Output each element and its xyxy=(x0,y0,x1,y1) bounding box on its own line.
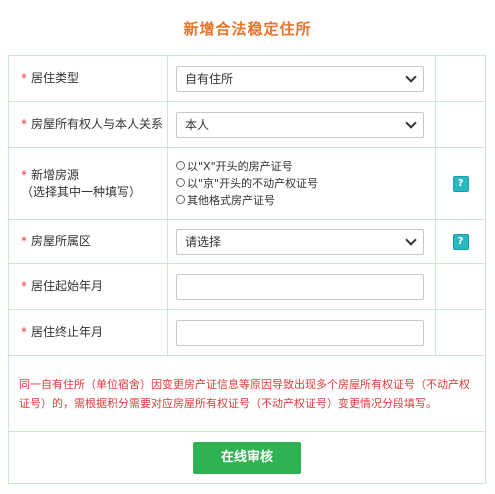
empty-cell xyxy=(435,263,486,310)
house-source-label: 新增房源 xyxy=(31,167,80,182)
option-other-certificate[interactable]: 其他格式房产证号 xyxy=(176,192,435,209)
page-title: 新增合法稳定住所 xyxy=(183,20,312,38)
residence-type-value: 自有住所 xyxy=(185,71,234,86)
form-container: 新增合法稳定住所 * 居住类型 自有住所 * 房屋所有权人与本人关系 本人 * … xyxy=(0,0,495,494)
owner-relation-label: 房屋所有权人与本人关系 xyxy=(31,117,164,131)
residence-type-label-cell: * 居住类型 xyxy=(8,55,168,102)
required-mark: * xyxy=(21,234,27,248)
row-submit: 在线审核 xyxy=(8,431,486,484)
house-source-cell: 以"X"开头的房产证号 以"京"开头的不动产权证号 其他格式房产证号 xyxy=(167,147,436,220)
row-district: * 房屋所属区 请选择 ? xyxy=(8,219,486,264)
residence-form: * 居住类型 自有住所 * 房屋所有权人与本人关系 本人 * 新增房源 （选择其… xyxy=(8,55,486,484)
owner-relation-cell: 本人 xyxy=(167,101,436,148)
option-x-certificate[interactable]: 以"X"开头的房产证号 xyxy=(176,158,435,175)
option-jing-certificate[interactable]: 以"京"开头的不动产权证号 xyxy=(176,175,435,192)
house-source-hint: （选择其中一种填写） xyxy=(21,184,142,199)
house-source-options: 以"X"开头的房产证号 以"京"开头的不动产权证号 其他格式房产证号 xyxy=(168,158,435,209)
empty-cell xyxy=(435,55,486,102)
district-select[interactable]: 请选择 xyxy=(176,228,424,255)
end-date-label-cell: * 居住终止年月 xyxy=(8,309,168,356)
district-value: 请选择 xyxy=(185,234,222,249)
house-source-label-cell: * 新增房源 （选择其中一种填写） xyxy=(8,147,168,220)
radio-icon[interactable] xyxy=(176,178,185,187)
residence-type-label: 居住类型 xyxy=(31,71,80,85)
district-cell: 请选择 xyxy=(167,219,436,264)
end-date-cell xyxy=(167,309,436,356)
owner-relation-select[interactable]: 本人 xyxy=(176,111,424,138)
notice-text: 同一自有住所（单位宿舍）因变更房产证信息等原因导致出现多个房屋所有权证号（不动产… xyxy=(8,355,486,432)
owner-relation-value: 本人 xyxy=(185,117,210,132)
row-notice: 同一自有住所（单位宿舍）因变更房产证信息等原因导致出现多个房屋所有权证号（不动产… xyxy=(8,355,486,432)
end-date-input[interactable] xyxy=(176,319,424,346)
owner-relation-label-cell: * 房屋所有权人与本人关系 xyxy=(8,101,168,148)
house-source-help-cell: ? xyxy=(435,147,486,220)
option-label: 以"京"开头的不动产权证号 xyxy=(187,177,319,190)
district-help-cell: ? xyxy=(435,219,486,264)
end-date-label: 居住终止年月 xyxy=(31,325,104,339)
chevron-down-icon xyxy=(405,233,417,246)
chevron-down-icon xyxy=(405,116,417,129)
option-label: 以"X"开头的房产证号 xyxy=(187,160,293,173)
required-mark: * xyxy=(21,117,27,131)
district-label-cell: * 房屋所属区 xyxy=(8,219,168,264)
option-label: 其他格式房产证号 xyxy=(187,194,275,207)
start-date-label: 居住起始年月 xyxy=(31,279,104,293)
help-icon[interactable]: ? xyxy=(452,175,469,192)
residence-type-cell: 自有住所 xyxy=(167,55,436,102)
start-date-input[interactable] xyxy=(176,273,424,300)
required-mark: * xyxy=(21,71,27,85)
radio-icon[interactable] xyxy=(176,195,185,204)
residence-type-select[interactable]: 自有住所 xyxy=(176,65,424,92)
required-mark: * xyxy=(21,325,27,339)
row-start-date: * 居住起始年月 xyxy=(8,263,486,310)
start-date-label-cell: * 居住起始年月 xyxy=(8,263,168,310)
empty-cell xyxy=(435,101,486,148)
row-owner-relation: * 房屋所有权人与本人关系 本人 xyxy=(8,101,486,148)
start-date-cell xyxy=(167,263,436,310)
row-residence-type: * 居住类型 自有住所 xyxy=(8,55,486,102)
submit-cell: 在线审核 xyxy=(8,431,486,484)
required-mark: * xyxy=(21,167,27,182)
chevron-down-icon xyxy=(405,70,417,83)
row-house-source: * 新增房源 （选择其中一种填写） 以"X"开头的房产证号 以"京"开头的不动产权… xyxy=(8,147,486,220)
help-icon[interactable]: ? xyxy=(452,233,469,250)
required-mark: * xyxy=(21,279,27,293)
empty-cell xyxy=(435,309,486,356)
district-label: 房屋所属区 xyxy=(31,234,92,248)
online-review-button[interactable]: 在线审核 xyxy=(193,441,301,474)
radio-icon[interactable] xyxy=(176,161,185,170)
row-end-date: * 居住终止年月 xyxy=(8,309,486,356)
